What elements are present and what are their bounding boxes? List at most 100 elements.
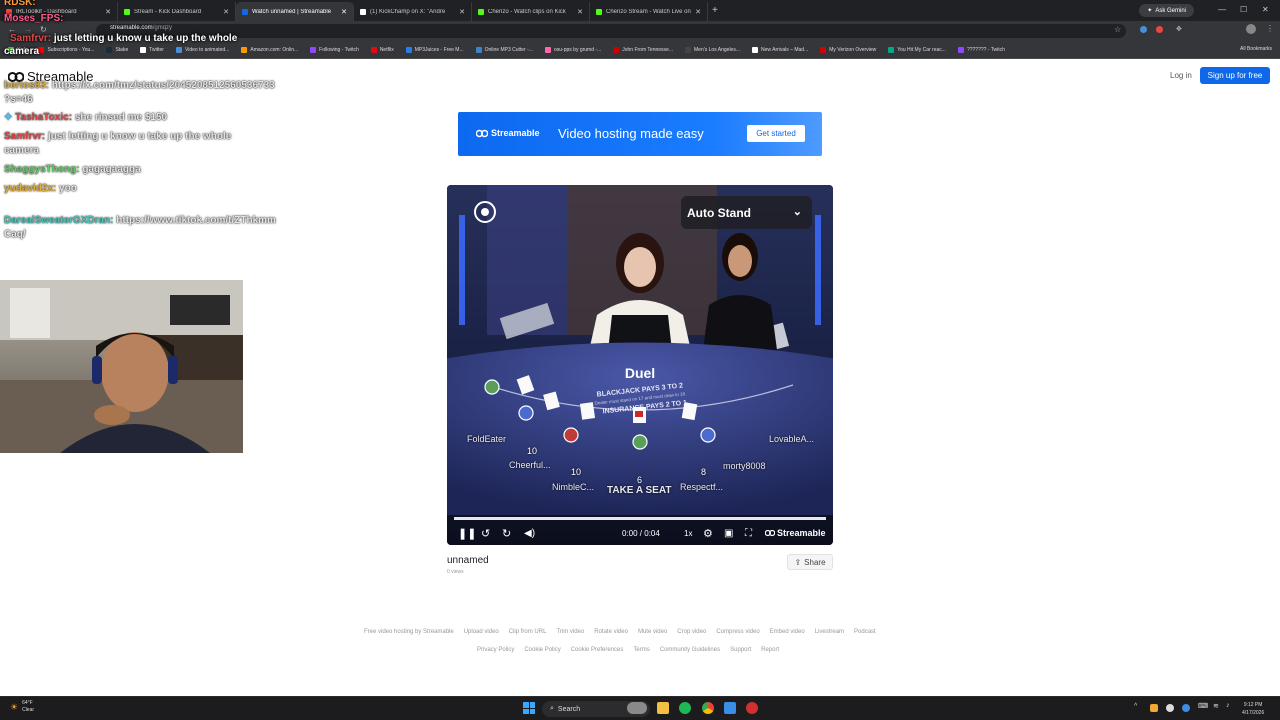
footer-link[interactable]: Crop video	[677, 629, 706, 635]
ad-get-started-button[interactable]: Get started	[747, 125, 805, 142]
window-shape	[10, 288, 50, 338]
keyboard-icon[interactable]: ⌨	[1198, 702, 1208, 710]
forward-skip-icon[interactable]: ↻	[502, 527, 511, 540]
bookmark-item[interactable]: osu-pps by grumd -...	[544, 46, 601, 53]
spotify-icon[interactable]	[679, 702, 691, 714]
speed-button[interactable]: 1x	[684, 529, 692, 538]
footer-link[interactable]: Free video hosting by Streamable	[364, 629, 454, 635]
bookmark-item[interactable]: Men's Los Angeles...	[685, 46, 740, 53]
footer-link[interactable]: Podcast	[854, 629, 876, 635]
windows-start-icon[interactable]	[523, 702, 535, 714]
menu-kebab-icon[interactable]: ⋮	[1266, 24, 1274, 33]
close-tab-icon[interactable]: ✕	[459, 8, 465, 16]
take-a-seat-label[interactable]: TAKE A SEAT	[607, 485, 671, 496]
close-tab-icon[interactable]: ✕	[695, 8, 701, 16]
bookmark-item[interactable]: Following - Twitch	[310, 46, 359, 53]
fullscreen-icon[interactable]: ⛶	[745, 528, 752, 539]
close-tab-icon[interactable]: ✕	[577, 8, 583, 16]
bookmark-item[interactable]: Video to animated...	[175, 46, 229, 53]
rewind-icon[interactable]: ↺	[481, 527, 490, 540]
bookmark-item[interactable]: Twitter	[140, 46, 164, 53]
footer-link[interactable]: Rotate video	[594, 629, 628, 635]
footer-link[interactable]: Upload video	[464, 629, 499, 635]
share-button[interactable]: ⇪ Share	[787, 554, 833, 570]
pause-icon[interactable]: ❚❚	[458, 527, 476, 540]
bookmark-item[interactable]: Subscriptions - You...	[38, 46, 94, 53]
bookmark-item[interactable]: You Hit My Car reac...	[888, 46, 946, 53]
footer-link[interactable]: Privacy Policy	[477, 647, 514, 653]
bookmark-item[interactable]: John From Tennesse...	[613, 46, 673, 53]
volume-icon[interactable]: ◀)	[524, 528, 535, 539]
browser-tab[interactable]: Stream - Kick Dashboard ✕	[118, 2, 236, 21]
bookmark-item[interactable]: ??????? - Twitch	[957, 46, 1005, 53]
maximize-icon[interactable]: ☐	[1240, 5, 1247, 14]
bookmark-item[interactable]: My Verizon Overview	[820, 46, 876, 53]
eye-icon[interactable]	[474, 201, 496, 223]
headset-ear	[92, 356, 102, 384]
obs-icon[interactable]	[746, 702, 758, 714]
browser-tab[interactable]: Chenzo - Watch clips on Kick ✕	[472, 2, 590, 21]
login-link[interactable]: Log in	[1170, 71, 1192, 80]
extension-icon[interactable]	[1140, 26, 1147, 33]
system-clock[interactable]: 9:12 PM 4/17/2026	[1242, 701, 1264, 717]
new-tab-button[interactable]: +	[712, 5, 718, 16]
close-window-icon[interactable]: ✕	[1262, 5, 1269, 14]
weather-widget[interactable]: ☀ 64°F Clear	[10, 700, 34, 714]
speaker-icon[interactable]: ♪	[1226, 702, 1230, 709]
bookmark-label: MP3Juices - Free M...	[414, 46, 464, 53]
ad-logo-text: Streamable	[491, 128, 540, 138]
ad-logo-icon	[476, 129, 488, 137]
browser-tab[interactable]: (1) KickChamp on X: "Andre ✕	[354, 2, 472, 21]
bookmark-item[interactable]: Amazon.com: Onlin...	[241, 46, 298, 53]
file-explorer-icon[interactable]	[657, 702, 669, 714]
bookmark-item[interactable]: MP3Juices - Free M...	[405, 46, 464, 53]
chrome-icon[interactable]	[702, 702, 714, 714]
url-text[interactable]: streamable.com/gmqzy	[110, 25, 172, 31]
footer-link[interactable]: Cookie Preferences	[571, 647, 624, 653]
footer-link[interactable]: Clip from URL	[509, 629, 547, 635]
progress-bar[interactable]	[454, 517, 826, 520]
photos-icon[interactable]	[724, 702, 736, 714]
bookmark-item[interactable]: Online MP3 Cutter -...	[475, 46, 533, 53]
footer-link[interactable]: Terms	[633, 647, 649, 653]
footer-link[interactable]: Community Guidelines	[660, 647, 720, 653]
close-tab-icon[interactable]: ✕	[341, 8, 347, 16]
close-tab-icon[interactable]: ✕	[105, 8, 111, 16]
close-tab-icon[interactable]: ✕	[223, 8, 229, 16]
bookmark-item[interactable]: Stake	[106, 46, 128, 53]
omnibox[interactable]	[96, 24, 1126, 38]
taskbar-widget-icon[interactable]	[627, 702, 647, 714]
browser-tab[interactable]: Watch unnamed | Streamable ✕	[236, 2, 354, 21]
tray-app-icon[interactable]	[1150, 704, 1158, 712]
star-bookmark-icon[interactable]: ☆	[1114, 25, 1121, 34]
profile-avatar[interactable]	[1246, 24, 1256, 34]
footer-link[interactable]: Support	[730, 647, 751, 653]
extensions-puzzle-icon[interactable]: ✥	[1176, 25, 1182, 33]
bookmark-item[interactable]: New Arrivals – Mad...	[752, 46, 808, 53]
tray-app-icon[interactable]	[1182, 704, 1190, 712]
ask-gemini-button[interactable]: ✦ Ask Gemini	[1139, 4, 1194, 17]
footer-link[interactable]: Trim video	[556, 629, 584, 635]
streamable-brand-link[interactable]: Streamable	[765, 528, 826, 538]
footer-link[interactable]: Report	[761, 647, 779, 653]
bookmark-item[interactable]: Netflix	[370, 46, 394, 53]
browser-tab[interactable]: Chenzo Stream - Watch Live on ✕	[590, 2, 708, 21]
footer-link[interactable]: Cookie Policy	[524, 647, 560, 653]
tray-chevron-icon[interactable]: ^	[1134, 703, 1137, 710]
footer-link[interactable]: Mute video	[638, 629, 667, 635]
signup-button[interactable]: Sign up for free	[1200, 67, 1270, 84]
settings-gear-icon[interactable]: ⚙	[703, 527, 713, 540]
extension-icon[interactable]	[1156, 26, 1163, 33]
ad-banner[interactable]: Streamable Video hosting made easy Get s…	[458, 112, 822, 156]
picture-in-picture-icon[interactable]: ▣	[724, 528, 733, 539]
video-player[interactable]: Duel BLACKJACK PAYS 3 TO 2 Dealer must s…	[447, 185, 833, 545]
footer-link[interactable]: Compress video	[716, 629, 759, 635]
footer-link[interactable]: Livestream	[815, 629, 844, 635]
auto-stand-dropdown[interactable]: Auto Stand ⌄	[681, 196, 812, 229]
tray-app-icon[interactable]	[1166, 704, 1174, 712]
all-bookmarks-button[interactable]: All Bookmarks	[1240, 46, 1272, 52]
footer-link[interactable]: Embed video	[770, 629, 805, 635]
wifi-icon[interactable]: ≋	[1213, 702, 1219, 710]
overlay-label: Moses_FPS:	[4, 13, 64, 24]
minimize-icon[interactable]: —	[1218, 5, 1226, 14]
